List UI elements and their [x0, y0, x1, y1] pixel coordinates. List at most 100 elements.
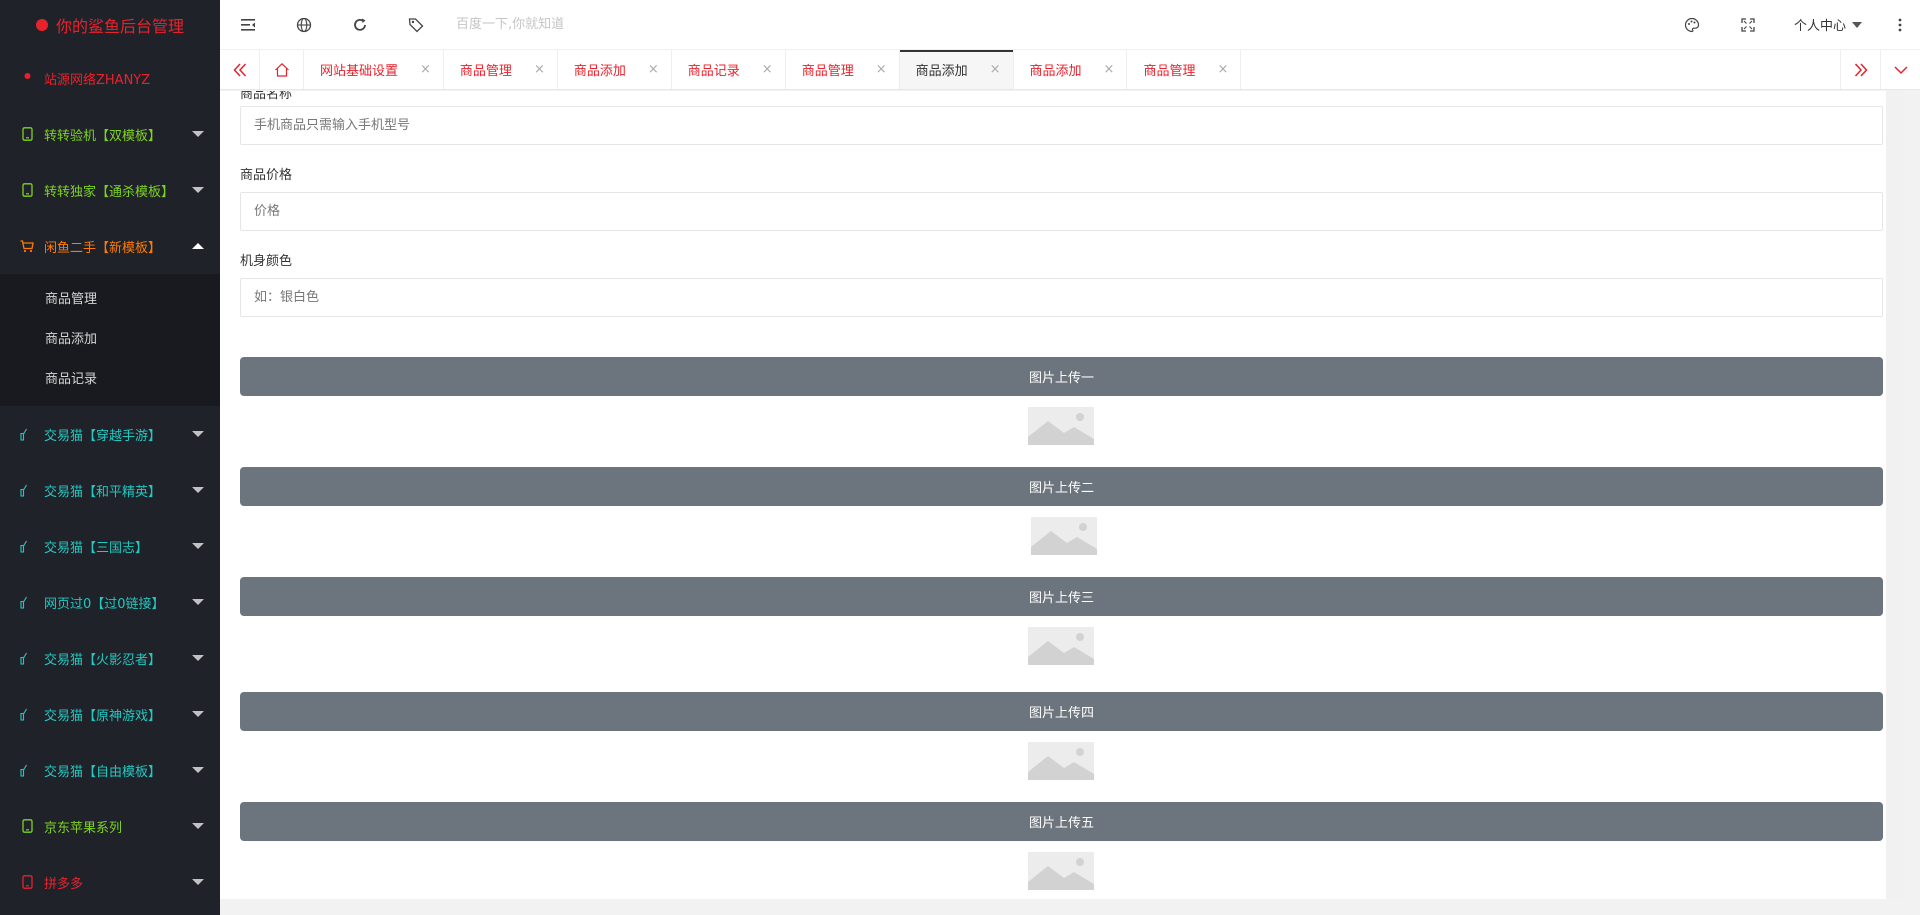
sidebar-item-label: 闲鱼二手【新模板】	[44, 240, 162, 256]
image-upload-button[interactable]: 图片上传五	[240, 802, 1883, 841]
sidebar-item[interactable]: 交易猫【和平精英】	[0, 462, 220, 518]
image-upload-button[interactable]: 图片上传四	[240, 692, 1883, 731]
image-placeholder-icon	[1028, 742, 1094, 780]
product-price-input[interactable]	[240, 192, 1883, 231]
scrollbar[interactable]	[1886, 91, 1903, 899]
tab[interactable]: 商品管理 ×	[1127, 50, 1242, 89]
sidebar-item[interactable]: 转转独家【通杀模板】	[0, 162, 220, 218]
body-color-label: 机身颜色	[240, 254, 293, 269]
main-content: 商品名称 商品价格 机身颜色 图片上传一图片上传二图片上传三图片上传四图片上传五	[220, 91, 1920, 915]
tabs-scroll-right-button[interactable]	[1840, 50, 1880, 89]
tab-label: 商品管理	[459, 64, 512, 79]
tab[interactable]: 商品管理 ×	[786, 50, 900, 89]
tabs-menu-button[interactable]	[1880, 50, 1920, 89]
sidebar-item-label: 交易猫【和平精英】	[44, 484, 162, 500]
sidebar-item[interactable]: 交易猫【火影忍者】	[0, 630, 220, 686]
more-button[interactable]	[1880, 0, 1920, 50]
tab[interactable]: 商品记录 ×	[672, 50, 786, 89]
tab-label: 商品记录	[687, 64, 740, 79]
tab-home[interactable]	[260, 50, 304, 89]
image-placeholder-icon	[1028, 407, 1094, 445]
thumbs-up-icon	[20, 651, 34, 665]
sidebar-subitem[interactable]: 商品管理	[0, 280, 220, 320]
close-icon[interactable]: ×	[420, 62, 431, 77]
thumbs-up-icon	[20, 707, 34, 721]
double-chevron-right-icon	[1854, 62, 1868, 77]
sidebar-item[interactable]: 交易猫【穿越手游】	[0, 406, 220, 462]
chevron-down-icon	[192, 599, 204, 605]
product-name-label: 商品名称	[240, 91, 293, 102]
more-vertical-icon	[1898, 18, 1902, 31]
sidebar-subitem[interactable]: 商品记录	[0, 360, 220, 400]
tab[interactable]: 商品添加 ×	[899, 50, 1014, 89]
sidebar-item[interactable]: 站源网络ZHANYZ	[0, 50, 220, 106]
image-upload-button[interactable]: 图片上传三	[240, 577, 1883, 616]
product-price-label: 商品价格	[240, 168, 293, 183]
close-icon[interactable]: ×	[534, 62, 545, 77]
thumbs-up-icon	[20, 483, 34, 497]
tab-label: 商品管理	[801, 64, 854, 79]
image-upload-button[interactable]: 图片上传一	[240, 357, 1883, 396]
menu-collapse-icon	[241, 18, 255, 31]
close-icon[interactable]: ×	[648, 62, 659, 77]
tab-label: 商品管理	[1143, 64, 1196, 79]
chevron-down-icon	[192, 487, 204, 493]
chevron-down-icon	[192, 879, 204, 885]
sidebar-item[interactable]: 闲鱼二手【新模板】	[0, 218, 220, 274]
sidebar-item[interactable]: 交易猫【三国志】	[0, 518, 220, 574]
sidebar-item[interactable]: 网页过0【过0链接】	[0, 574, 220, 630]
close-icon[interactable]: ×	[1217, 62, 1228, 77]
user-center-menu[interactable]: 个人中心	[1776, 15, 1880, 34]
sidebar-item[interactable]: 拼多多	[0, 854, 220, 910]
theme-button[interactable]	[1664, 0, 1720, 50]
sidebar-item[interactable]: 转转验机【双模板】	[0, 106, 220, 162]
tabs-scroll-left-button[interactable]	[220, 50, 260, 89]
chevron-down-icon	[192, 431, 204, 437]
product-name-input[interactable]	[240, 106, 1883, 145]
image-upload-button[interactable]: 图片上传二	[240, 467, 1883, 506]
cart-icon	[20, 239, 34, 253]
home-icon	[274, 62, 289, 77]
product-form: 商品名称 商品价格 机身颜色 图片上传一图片上传二图片上传三图片上传四图片上传五	[220, 91, 1903, 899]
sidebar-subitem[interactable]: 商品添加	[0, 320, 220, 360]
sidebar-item[interactable]: 交易猫【原神游戏】	[0, 686, 220, 742]
sidebar-submenu: 商品管理 商品添加 商品记录	[0, 274, 220, 406]
sidebar-toggle-button[interactable]	[220, 0, 276, 50]
app-logo: 你的鲨鱼后台管理	[0, 0, 220, 50]
sidebar-item-label: 交易猫【三国志】	[44, 540, 149, 556]
chevron-down-icon	[192, 711, 204, 717]
fullscreen-button[interactable]	[1720, 0, 1776, 50]
refresh-button[interactable]	[332, 0, 388, 50]
sidebar-item-label: 拼多多	[44, 876, 84, 892]
tab[interactable]: 网站基础设置 ×	[304, 50, 444, 89]
close-icon[interactable]: ×	[1104, 62, 1115, 77]
sidebar-item[interactable]: 交易猫【自由模板】	[0, 742, 220, 798]
phone-icon	[20, 819, 34, 833]
body-color-input[interactable]	[240, 278, 1883, 317]
close-icon[interactable]: ×	[876, 62, 887, 77]
tab[interactable]: 商品添加 ×	[1014, 50, 1128, 89]
close-icon[interactable]: ×	[762, 62, 773, 77]
sidebar-item-label: 京东苹果系列	[44, 820, 123, 836]
double-chevron-left-icon	[232, 62, 246, 77]
phone-icon	[20, 875, 34, 889]
palette-icon	[1684, 17, 1700, 32]
thumbs-up-icon	[20, 539, 34, 553]
phone-icon	[20, 183, 34, 197]
user-icon	[20, 71, 34, 85]
tag-button[interactable]	[388, 0, 444, 50]
tab[interactable]: 商品管理 ×	[444, 50, 558, 89]
sidebar-item[interactable]: 京东苹果系列	[0, 798, 220, 854]
sidebar-item-label: 交易猫【原神游戏】	[44, 708, 162, 724]
sidebar-item-label: 转转验机【双模板】	[44, 128, 162, 144]
website-button[interactable]	[276, 0, 332, 50]
chevron-down-icon	[1893, 65, 1908, 74]
globe-icon	[296, 17, 312, 32]
sidebar-item-label: 站源网络ZHANYZ	[44, 72, 151, 88]
tab[interactable]: 商品添加 ×	[558, 50, 672, 89]
chevron-down-icon	[192, 655, 204, 661]
close-icon[interactable]: ×	[990, 62, 1001, 77]
logo-dot-icon	[35, 19, 48, 31]
chevron-down-icon	[192, 823, 204, 829]
search-input[interactable]	[456, 9, 716, 40]
